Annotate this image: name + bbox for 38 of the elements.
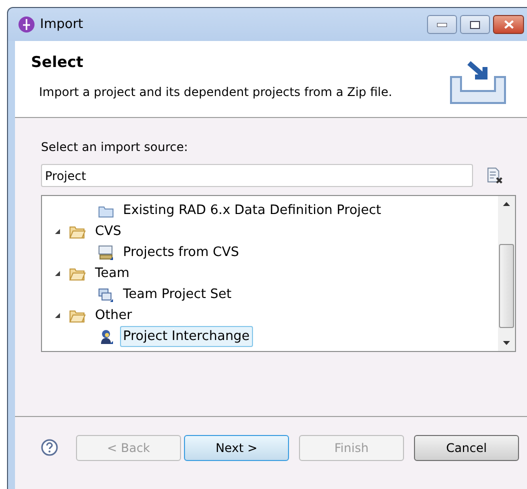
scroll-thumb[interactable] — [499, 244, 514, 328]
tree-item[interactable]: Project Interchange — [120, 326, 253, 348]
scroll-down-icon[interactable] — [503, 341, 510, 345]
person-icon — [98, 328, 114, 344]
folder-icon — [69, 308, 86, 322]
minimize-icon — [437, 22, 447, 26]
expanded-arrow-icon[interactable] — [54, 228, 61, 235]
tree-item[interactable]: Team Project Set — [120, 284, 234, 306]
tree-item[interactable]: Team — [92, 262, 132, 284]
folder-icon — [98, 204, 114, 218]
close-button[interactable] — [493, 15, 524, 34]
restore-icon — [470, 20, 480, 28]
expanded-arrow-icon[interactable] — [54, 270, 61, 277]
tree-item[interactable]: CVS — [92, 220, 124, 242]
folder-icon — [69, 266, 86, 280]
import-tray-icon — [449, 59, 507, 105]
team-set-icon — [98, 286, 114, 302]
tree-item[interactable]: Other — [92, 304, 135, 326]
minimize-button[interactable] — [427, 15, 457, 34]
expanded-arrow-icon[interactable] — [54, 312, 61, 319]
help-icon[interactable] — [41, 439, 58, 456]
cancel-button[interactable]: Cancel — [414, 435, 519, 461]
maximize-button[interactable] — [460, 15, 490, 34]
page-description: Import a project and its dependent projects from a Zip file. — [39, 84, 392, 100]
folder-icon — [69, 224, 86, 238]
source-filter-field[interactable]: Project — [41, 164, 474, 187]
tree-item[interactable]: Existing RAD 6.x Data Definition Project — [120, 200, 384, 222]
window-title: Import — [40, 16, 84, 34]
clear-filter-icon[interactable] — [486, 167, 503, 184]
close-icon — [504, 20, 514, 29]
scrollbar[interactable] — [498, 196, 515, 351]
repository-icon — [98, 244, 114, 260]
tree-item[interactable]: Projects from CVS — [120, 242, 242, 264]
source-label: Select an import source: — [41, 139, 189, 156]
page-title: Select — [31, 52, 84, 73]
next-button[interactable]: Next > — [184, 435, 289, 461]
scroll-up-icon[interactable] — [503, 202, 510, 206]
app-icon — [18, 16, 35, 33]
